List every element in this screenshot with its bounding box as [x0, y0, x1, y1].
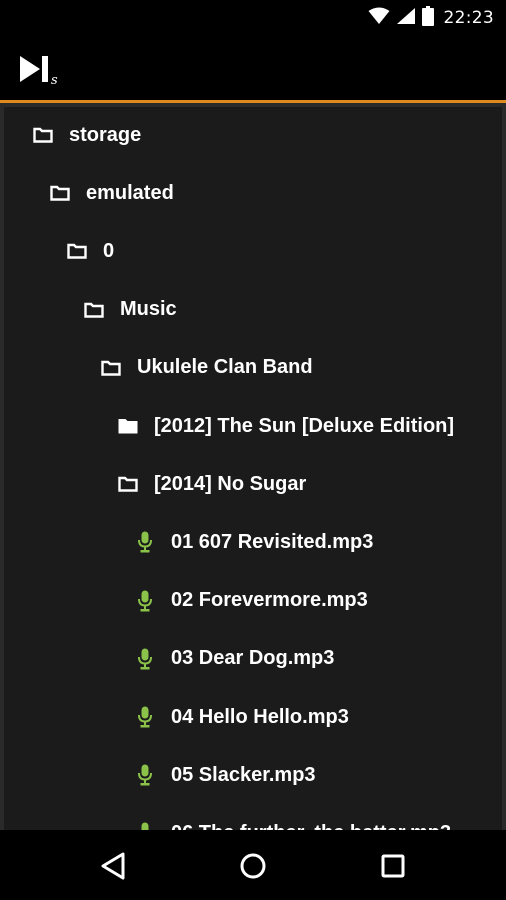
app-bar: s — [0, 36, 506, 100]
tree-item-label: 06 The further, the better.mp3 — [171, 822, 451, 830]
home-button[interactable] — [235, 850, 271, 886]
tree-file-item[interactable]: 06 The further, the better.mp3 — [135, 818, 451, 830]
tree-folder-item[interactable]: [2012] The Sun [Deluxe Edition] — [118, 411, 454, 441]
audio-file-icon — [135, 590, 155, 612]
file-tree-list[interactable]: storage emulated 0 Music Ukulele Clan Band [2… — [4, 107, 502, 830]
media-skip-logo[interactable]: s — [18, 54, 66, 88]
folder-outline-icon — [84, 300, 104, 320]
home-icon — [239, 852, 267, 884]
folder-filled-icon — [118, 416, 138, 436]
svg-text:s: s — [51, 73, 58, 86]
tree-item-label: [2014] No Sugar — [154, 472, 307, 495]
folder-outline-icon — [67, 241, 87, 261]
battery-icon — [421, 6, 434, 30]
tree-folder-item[interactable]: emulated — [50, 178, 174, 208]
status-bar: 22:23 — [0, 0, 506, 36]
folder-outline-icon — [118, 474, 138, 494]
tree-file-item[interactable]: 02 Forevermore.mp3 — [135, 586, 368, 616]
audio-file-icon — [135, 822, 155, 830]
tree-item-label: 04 Hello Hello.mp3 — [171, 705, 349, 728]
folder-outline-icon — [50, 183, 70, 203]
tree-item-label: 02 Forevermore.mp3 — [171, 589, 368, 612]
tree-file-item[interactable]: 04 Hello Hello.mp3 — [135, 702, 349, 732]
navigation-bar — [0, 830, 506, 900]
tree-item-label: Music — [120, 298, 177, 321]
tree-item-label: Ukulele Clan Band — [137, 356, 313, 379]
tree-folder-item[interactable]: Music — [84, 295, 177, 325]
tree-item-label: emulated — [86, 181, 174, 204]
tree-item-label: [2012] The Sun [Deluxe Edition] — [154, 414, 455, 437]
tree-item-label: 03 Dear Dog.mp3 — [171, 647, 335, 670]
tree-folder-item[interactable]: storage — [33, 120, 141, 150]
tree-item-label: storage — [69, 123, 142, 146]
tree-file-item[interactable]: 01 607 Revisited.mp3 — [135, 527, 373, 557]
tree-folder-item[interactable]: [2014] No Sugar — [118, 469, 306, 499]
file-tree-panel: storage emulated 0 Music Ukulele Clan Band [2… — [0, 103, 506, 830]
back-button[interactable] — [95, 850, 131, 886]
folder-outline-icon — [33, 125, 53, 145]
tree-file-item[interactable]: 03 Dear Dog.mp3 — [135, 644, 334, 674]
tree-folder-item[interactable]: 0 — [67, 236, 114, 266]
cell-signal-icon — [396, 7, 416, 29]
back-icon — [100, 852, 126, 884]
audio-file-icon — [135, 648, 155, 670]
audio-file-icon — [135, 706, 155, 728]
wifi-icon — [368, 7, 390, 29]
audio-file-icon — [135, 531, 155, 553]
tree-item-label: 05 Slacker.mp3 — [171, 763, 316, 786]
tree-item-label: 01 607 Revisited.mp3 — [171, 530, 374, 553]
audio-file-icon — [135, 764, 155, 786]
recents-icon — [381, 854, 405, 882]
status-time: 22:23 — [443, 8, 494, 28]
tree-folder-item[interactable]: Ukulele Clan Band — [101, 353, 313, 383]
recents-button[interactable] — [375, 850, 411, 886]
folder-outline-icon — [101, 358, 121, 378]
tree-file-item[interactable]: 05 Slacker.mp3 — [135, 760, 316, 790]
tree-item-label: 0 — [103, 239, 115, 262]
